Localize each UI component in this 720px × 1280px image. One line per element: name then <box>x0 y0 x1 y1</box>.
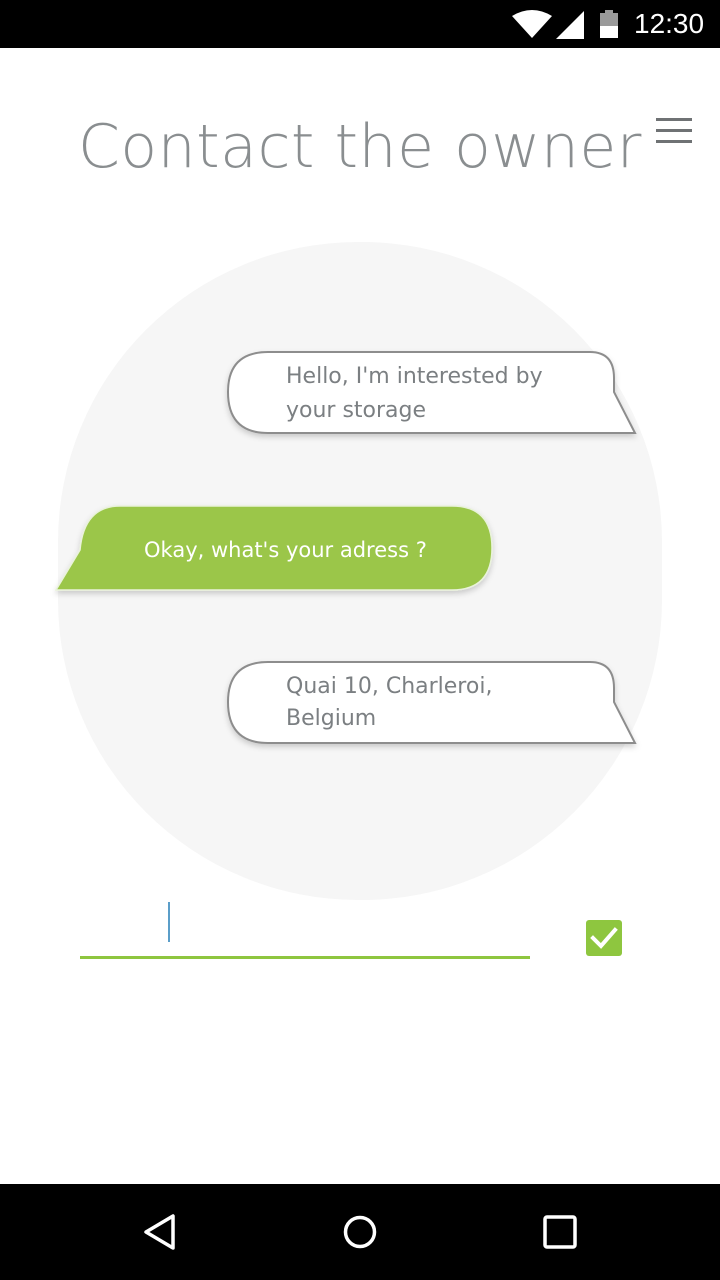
input-underline <box>80 956 530 959</box>
message-line: Hello, I'm interested by <box>286 364 543 389</box>
message-line: Quai 10, Charleroi, <box>286 674 493 699</box>
recents-button[interactable] <box>540 1212 580 1252</box>
message-text: Okay, what's your adress ? <box>144 535 427 565</box>
message-line: Okay, what's your adress ? <box>144 538 427 562</box>
home-button[interactable] <box>340 1212 380 1252</box>
back-button[interactable] <box>140 1212 180 1252</box>
message-input[interactable] <box>80 895 530 953</box>
message-text: Hello, I'm interested by your storage <box>286 360 543 428</box>
message-line: your storage <box>286 398 427 423</box>
text-cursor <box>168 902 170 942</box>
home-icon <box>343 1215 377 1249</box>
back-icon <box>144 1214 175 1250</box>
checkmark-icon <box>590 927 618 949</box>
send-checkbox[interactable] <box>586 920 622 956</box>
navigation-bar <box>0 1184 720 1280</box>
chat-bubbles-layer <box>54 351 637 744</box>
recents-icon <box>543 1215 577 1249</box>
message-text: Quai 10, Charleroi, Belgium <box>286 671 492 735</box>
message-line: Belgium <box>286 706 377 731</box>
